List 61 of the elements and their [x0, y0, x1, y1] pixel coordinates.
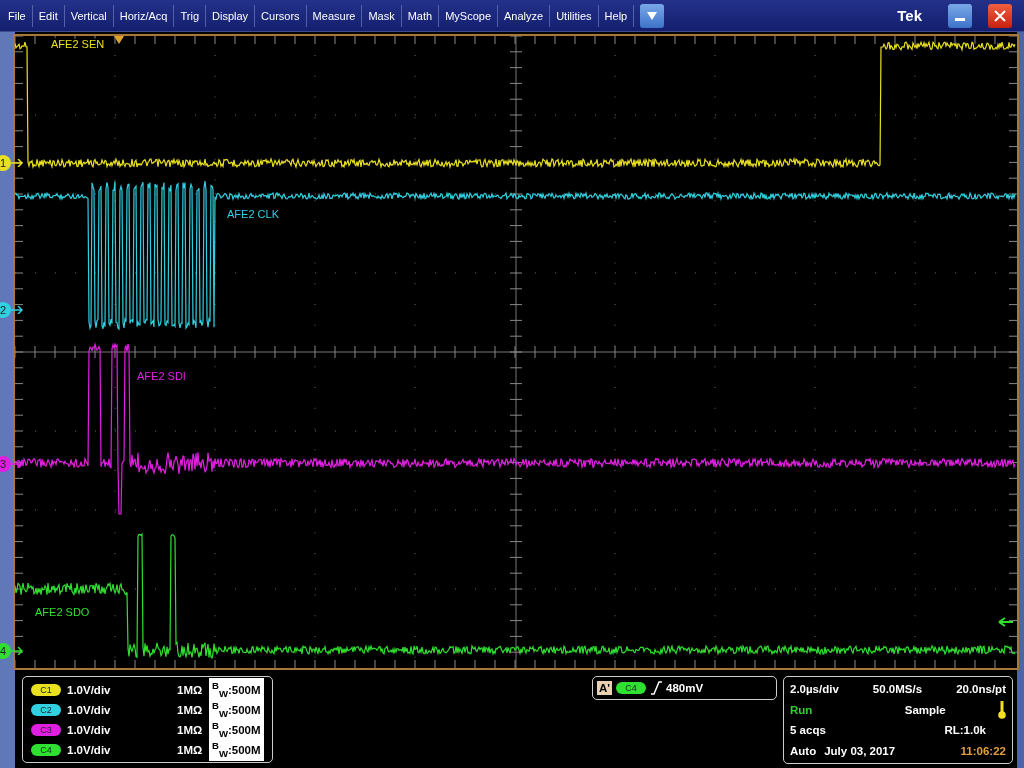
rising-edge-icon	[650, 681, 663, 695]
trigger-source-badge[interactable]: C4	[616, 682, 647, 694]
acquisition-mode: Sample	[904, 703, 946, 716]
menu-item[interactable]: Utilities	[550, 4, 599, 27]
menu-item[interactable]: Trig	[174, 4, 206, 27]
channel-badge[interactable]: C3	[31, 723, 61, 736]
scale-value: 1.0V/div	[67, 683, 112, 696]
acquisition-count: 5 acqs	[790, 724, 826, 737]
run-state: Run	[790, 703, 813, 716]
arrow-icon	[11, 460, 23, 468]
menu-item[interactable]: File	[2, 4, 33, 27]
scale-value: 1.0V/div	[67, 723, 112, 736]
impedance-value: 1MΩ	[177, 743, 204, 756]
minimize-button[interactable]	[948, 3, 972, 28]
channel-label: AFE2 SDI	[137, 370, 186, 382]
dropdown-button[interactable]	[640, 3, 665, 28]
menu-item[interactable]: Analyze	[498, 4, 551, 27]
channel-label: AFE2 CLK	[227, 208, 279, 220]
menu-item[interactable]: Measure	[306, 4, 363, 27]
scale-value: 1.0V/div	[67, 703, 112, 716]
channel-label: AFE2 SDO	[35, 606, 90, 618]
impedance-value: 1MΩ	[177, 703, 204, 716]
date: July 03, 2017	[824, 744, 897, 757]
menu-item[interactable]: Help	[598, 4, 635, 27]
channel-marker[interactable]: 3	[0, 456, 11, 472]
menu-item[interactable]: Horiz/Acq	[113, 4, 175, 27]
trigger-label: A'	[597, 681, 613, 695]
impedance-value: 1MΩ	[177, 683, 204, 696]
channel-badge[interactable]: C1	[31, 683, 61, 696]
channel-marker[interactable]: 2	[0, 302, 11, 318]
channel-marker[interactable]: 1	[0, 155, 11, 171]
channel-label: AFE2 SEN	[51, 38, 105, 50]
menu-item[interactable]: Mask	[362, 4, 402, 27]
window-title: Tek	[897, 7, 922, 24]
trigger-mode: Auto	[790, 744, 817, 757]
menu-item[interactable]: Edit	[32, 4, 65, 27]
thermometer-icon	[998, 700, 1006, 719]
menu-item[interactable]: MyScope	[439, 4, 498, 27]
time-scale: 2.0µs/div	[790, 683, 839, 695]
close-icon	[994, 9, 1006, 22]
clock-time: 11:06:22	[960, 744, 1006, 757]
trigger-level: 480mV	[666, 682, 704, 694]
arrow-icon	[11, 159, 23, 167]
scale-value: 1.0V/div	[67, 743, 112, 756]
menu-item[interactable]: Display	[206, 4, 256, 27]
arrow-icon	[11, 306, 23, 314]
channel-badge[interactable]: C4	[31, 743, 61, 756]
resolution: 20.0ns/pt	[956, 683, 1006, 695]
menu-item[interactable]: Vertical	[64, 4, 114, 27]
impedance-value: 1MΩ	[177, 723, 204, 736]
trigger-position-icon[interactable]	[114, 36, 124, 44]
record-length: RL:1.0k	[944, 724, 986, 737]
menu-item[interactable]: Math	[401, 4, 440, 27]
menu-item[interactable]: Cursors	[255, 4, 307, 27]
arrow-icon	[11, 647, 23, 655]
caret-icon	[647, 11, 658, 20]
trigger-level-icon[interactable]	[998, 617, 1014, 627]
channel-marker[interactable]: 4	[0, 643, 11, 659]
sample-rate: 50.0MS/s	[872, 683, 923, 695]
close-button[interactable]	[988, 3, 1012, 28]
channel-badge[interactable]: C2	[31, 703, 61, 716]
